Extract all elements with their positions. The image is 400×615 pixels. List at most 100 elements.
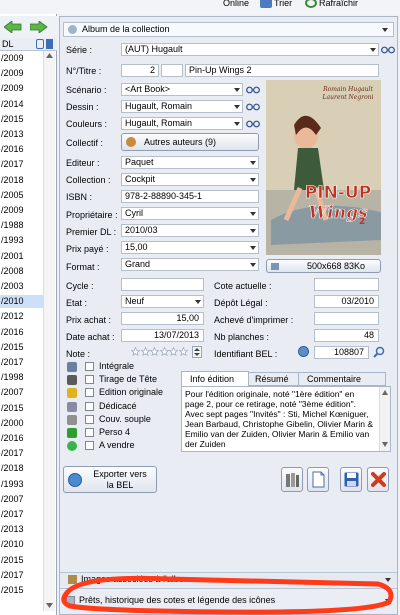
tab-commentaire-label: Commentaire <box>307 374 362 384</box>
album-selector[interactable]: Album de la collection <box>63 22 394 37</box>
premier-dl-value: 2010/03 <box>125 225 158 235</box>
scenario-value: <Art Book> <box>125 84 171 94</box>
online-button[interactable]: Online <box>205 0 249 8</box>
scroll-down-icon[interactable] <box>381 441 389 448</box>
image-icon <box>271 263 279 270</box>
scroll-up-icon[interactable] <box>381 389 389 396</box>
etat-combo[interactable]: Neuf <box>121 295 204 308</box>
identifiant-bel-field[interactable]: 108807 <box>314 346 369 359</box>
pen-icon <box>67 401 77 412</box>
cover-author-1: Romain Hugault <box>322 86 373 93</box>
filter-icon[interactable] <box>46 39 53 49</box>
tab-resume-label: Résumé <box>255 374 289 384</box>
autres-auteurs-button[interactable]: Autres auteurs (9) <box>121 133 259 151</box>
cover-title-number: 2 <box>359 217 365 227</box>
list-scrollbar[interactable] <box>43 51 55 611</box>
numero-suffix-field[interactable] <box>161 64 183 77</box>
new-album-button[interactable] <box>307 467 329 492</box>
star-icon[interactable] <box>131 347 140 356</box>
format-combo[interactable]: Grand <box>121 258 259 271</box>
checkbox[interactable] <box>85 428 94 437</box>
proprietaire-value: Cyril <box>125 208 143 218</box>
isbn-field[interactable]: 978-2-88890-345-1 <box>121 190 259 203</box>
books-button[interactable] <box>281 467 303 492</box>
note-spinner[interactable] <box>192 346 202 358</box>
glasses-icon[interactable] <box>381 45 395 54</box>
scroll-down-icon[interactable] <box>45 601 54 609</box>
proprietaire-combo[interactable]: Cyril <box>121 207 259 220</box>
cover-size-button[interactable]: 500x668 83Ko <box>266 259 381 273</box>
checkbox[interactable] <box>85 362 94 371</box>
checkbox-label: A vendre <box>99 440 135 451</box>
rafraichir-label: Rafraîchir <box>319 0 359 8</box>
checkbox[interactable] <box>85 388 94 398</box>
online-label: Online <box>223 0 250 8</box>
sort-search-icon[interactable] <box>36 39 44 49</box>
nb-planches-label: Nb planches : <box>214 332 270 342</box>
info-edition-text[interactable]: Pour l'édition originale, noté "1ère édi… <box>185 389 375 451</box>
nb-planches-field[interactable]: 48 <box>314 329 379 342</box>
cover-image[interactable]: Romain Hugault Laurent Negroni PIN-UP Wi… <box>266 80 381 255</box>
date-achat-field[interactable]: 13/07/2013 <box>121 329 204 342</box>
star-icon[interactable] <box>140 347 150 356</box>
dl-column-header[interactable]: DL <box>0 38 57 51</box>
info-scrollbar[interactable] <box>379 387 390 451</box>
autres-auteurs-label: Autres auteurs (9) <box>144 137 217 147</box>
note-stars[interactable] <box>131 347 189 357</box>
trier-button[interactable]: Trier <box>260 0 292 8</box>
acheve-imprimer-field[interactable] <box>314 312 379 325</box>
glasses-icon[interactable] <box>246 85 260 94</box>
chevron-down-icon <box>234 122 240 126</box>
collection-value: Cockpit <box>125 174 156 184</box>
star-icon[interactable] <box>178 347 188 356</box>
search-icon[interactable] <box>373 346 385 358</box>
checkbox-label: Intégrale <box>99 361 135 371</box>
cote-actuelle-field[interactable] <box>314 278 379 291</box>
export-bel-button[interactable]: Exporter vers la BEL <box>63 466 157 493</box>
etat-label: Etat : <box>66 298 88 308</box>
star-icon[interactable] <box>159 347 169 356</box>
checkbox[interactable] <box>85 401 94 411</box>
serie-combo[interactable]: (AUT) Hugault <box>121 43 379 56</box>
numero-field[interactable]: 2 <box>121 64 159 77</box>
glasses-icon[interactable] <box>246 119 260 128</box>
refresh-icon <box>305 0 317 8</box>
couleurs-combo[interactable]: Hugault, Romain <box>121 117 243 130</box>
checkbox[interactable] <box>85 414 94 424</box>
delete-button[interactable] <box>367 467 389 492</box>
prix-paye-combo[interactable]: 15,00 <box>121 241 259 254</box>
collection-combo[interactable]: Cockpit <box>121 173 259 186</box>
dessin-combo[interactable]: Hugault, Romain <box>121 100 243 113</box>
checkbox[interactable] <box>85 441 94 451</box>
forward-arrow-icon[interactable] <box>30 21 48 33</box>
trier-label: Trier <box>274 0 293 8</box>
save-button[interactable] <box>340 467 362 492</box>
spinner-arrows-icon <box>194 348 200 356</box>
integrale-icon <box>67 362 77 372</box>
cover-size-label: 500x668 83Ko <box>307 261 366 271</box>
chevron-down-icon <box>234 88 240 92</box>
editeur-combo[interactable]: Paquet <box>121 156 259 169</box>
glasses-icon[interactable] <box>246 102 260 111</box>
prix-achat-field[interactable]: 15,00 <box>121 312 204 325</box>
bel-globe-icon[interactable] <box>298 346 309 357</box>
titre-field[interactable]: Pin-Up Wings 2 <box>185 64 379 77</box>
dl-header-label: DL <box>2 39 14 49</box>
checkmark-icon <box>67 428 77 438</box>
star-icon[interactable] <box>169 347 178 356</box>
checkbox[interactable] <box>85 375 94 385</box>
tab-info-edition[interactable]: Info édition <box>181 371 249 386</box>
scenario-combo[interactable]: <Art Book> <box>121 83 243 96</box>
tab-resume[interactable]: Résumé <box>249 372 299 386</box>
export-line-1: Exporter vers <box>93 469 147 479</box>
cycle-field[interactable] <box>121 278 204 291</box>
depot-legal-label: Dépôt Légal : <box>214 298 268 308</box>
rafraichir-button[interactable]: Rafraîchir <box>305 0 358 8</box>
scroll-up-icon[interactable] <box>45 52 54 60</box>
back-arrow-icon[interactable] <box>4 21 22 33</box>
star-icon[interactable] <box>150 347 159 356</box>
floppy-disk-icon <box>344 472 359 487</box>
tab-commentaire[interactable]: Commentaire <box>299 372 386 386</box>
depot-legal-field[interactable]: 03/2010 <box>314 295 379 308</box>
premier-dl-combo[interactable]: 2010/03 <box>121 224 259 237</box>
